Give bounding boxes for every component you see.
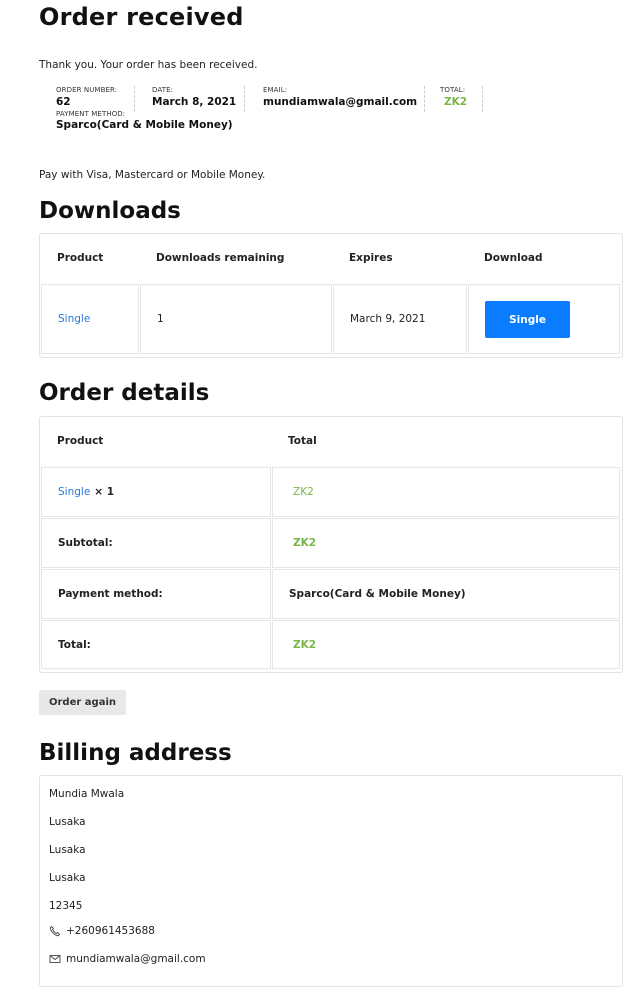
thank-you-message: Thank you. Your order has been received. <box>39 59 258 71</box>
download-file-button[interactable]: Single <box>485 301 570 338</box>
details-item-qty: × 1 <box>94 486 115 498</box>
downloads-col-remaining: Downloads remaining <box>156 252 285 264</box>
payment-method-label: PAYMENT METHOD: <box>56 110 126 118</box>
total-label-cell: Total: <box>41 620 271 669</box>
billing-line-2: Lusaka <box>49 844 86 856</box>
billing-postcode: 12345 <box>49 900 83 912</box>
subtotal-label: Subtotal: <box>58 537 113 549</box>
download-remaining-value: 1 <box>157 313 164 325</box>
order-again-button[interactable]: Order again <box>39 690 126 715</box>
downloads-heading: Downloads <box>39 198 181 224</box>
order-details-heading: Order details <box>39 380 210 406</box>
downloads-col-expires: Expires <box>349 252 393 264</box>
billing-line-1: Lusaka <box>49 816 86 828</box>
details-item-product-link[interactable]: Single <box>58 486 90 498</box>
download-product-link[interactable]: Single <box>58 313 90 325</box>
billing-name: Mundia Mwala <box>49 788 125 800</box>
total-value: ZK2 <box>293 638 317 651</box>
phone-icon <box>49 925 61 937</box>
order-total-value: ZK2 <box>444 96 468 108</box>
order-email-block: EMAIL: mundiamwala@gmail.com <box>263 86 425 112</box>
download-remaining-cell: 1 <box>140 284 332 354</box>
payment-method-row-label-cell: Payment method: <box>41 569 271 619</box>
payment-instructions: Pay with Visa, Mastercard or Mobile Mone… <box>39 169 266 181</box>
order-date-value: March 8, 2021 <box>152 96 237 108</box>
order-total-label: TOTAL: <box>440 86 466 94</box>
payment-method-value: Sparco(Card & Mobile Money) <box>56 119 233 131</box>
page-title: Order received <box>39 3 244 31</box>
subtotal-value: ZK2 <box>293 537 317 549</box>
billing-line-3: Lusaka <box>49 872 86 884</box>
download-expires-value: March 9, 2021 <box>350 313 426 325</box>
order-email-value: mundiamwala@gmail.com <box>263 96 418 108</box>
order-number-block: ORDER NUMBER: 62 <box>56 86 135 112</box>
total-label: Total: <box>58 638 91 651</box>
billing-phone: +260961453688 <box>66 925 155 937</box>
billing-phone-row: +260961453688 <box>49 925 155 937</box>
order-number-label: ORDER NUMBER: <box>56 86 118 94</box>
details-item-total: ZK2 <box>293 486 314 498</box>
order-total-block: TOTAL: ZK2 <box>440 86 483 112</box>
order-date-label: DATE: <box>152 86 174 94</box>
billing-email-row: mundiamwala@gmail.com <box>49 953 206 965</box>
subtotal-value-cell: ZK2 <box>272 518 620 568</box>
order-number-value: 62 <box>56 96 71 108</box>
downloads-col-download: Download <box>484 252 543 264</box>
billing-heading: Billing address <box>39 740 232 766</box>
total-value-cell: ZK2 <box>272 620 620 669</box>
details-item-product-cell: Single × 1 <box>41 467 271 517</box>
payment-method-block: PAYMENT METHOD: Sparco(Card & Mobile Mon… <box>56 110 233 131</box>
payment-method-row-value-cell: Sparco(Card & Mobile Money) <box>272 569 620 619</box>
payment-method-row-value: Sparco(Card & Mobile Money) <box>289 588 466 600</box>
downloads-col-product: Product <box>57 252 104 264</box>
subtotal-label-cell: Subtotal: <box>41 518 271 568</box>
envelope-icon <box>49 955 61 963</box>
download-product-cell: Single <box>41 284 139 354</box>
order-date-block: DATE: March 8, 2021 <box>152 86 245 112</box>
details-col-product: Product <box>57 435 104 447</box>
billing-email: mundiamwala@gmail.com <box>66 953 206 965</box>
details-item-total-cell: ZK2 <box>272 467 620 517</box>
details-col-total: Total <box>288 435 317 447</box>
download-expires-cell: March 9, 2021 <box>333 284 467 354</box>
order-email-label: EMAIL: <box>263 86 288 94</box>
payment-method-row-label: Payment method: <box>58 588 163 600</box>
